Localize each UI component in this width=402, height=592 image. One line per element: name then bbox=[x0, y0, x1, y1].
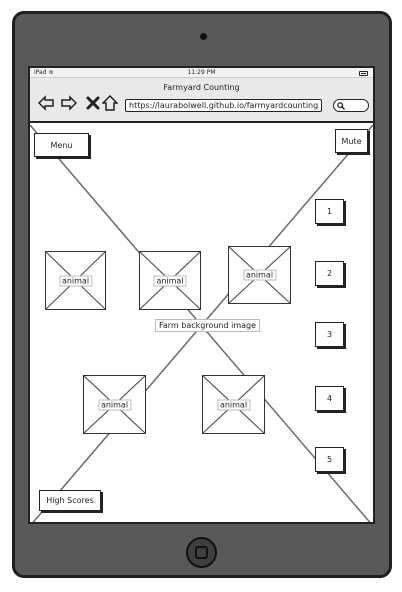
forward-arrow-icon[interactable] bbox=[61, 95, 77, 111]
home-button-icon bbox=[195, 546, 208, 559]
answer-button-2[interactable]: 2 bbox=[315, 261, 344, 286]
high-scores-label: High Scores bbox=[46, 496, 94, 505]
high-scores-button[interactable]: High Scores bbox=[39, 490, 101, 511]
answer-button-5[interactable]: 5 bbox=[315, 447, 344, 472]
animal-label: animal bbox=[216, 399, 251, 410]
animal-label: animal bbox=[242, 269, 277, 281]
animal-image[interactable]: animal bbox=[202, 375, 265, 434]
back-arrow-icon[interactable] bbox=[38, 95, 54, 111]
battery-icon bbox=[359, 71, 368, 76]
answer-label: 2 bbox=[326, 269, 333, 278]
close-icon[interactable] bbox=[85, 95, 101, 111]
home-button[interactable] bbox=[186, 537, 217, 568]
home-icon[interactable] bbox=[102, 95, 118, 111]
animal-label: animal bbox=[58, 275, 93, 286]
answer-label: 5 bbox=[326, 455, 333, 464]
animal-label: animal bbox=[97, 399, 132, 410]
answer-label: 3 bbox=[326, 330, 333, 339]
answer-label: 4 bbox=[326, 394, 333, 403]
background-image-label: Farm background image bbox=[155, 319, 261, 332]
browser-toolbar: Farmyard Counting https://laurabolwell.g… bbox=[30, 78, 373, 123]
browser-page-title: Farmyard Counting bbox=[163, 83, 240, 92]
answer-button-4[interactable]: 4 bbox=[315, 386, 344, 411]
animal-image[interactable]: animal bbox=[45, 251, 106, 310]
mute-button-label: Mute bbox=[341, 136, 362, 146]
answer-label: 1 bbox=[326, 207, 333, 216]
answer-button-3[interactable]: 3 bbox=[315, 322, 344, 347]
animal-image[interactable]: animal bbox=[228, 246, 291, 304]
tablet-screen: iPad ≋ 11:29 PM Farmyard Counting https:… bbox=[28, 66, 375, 524]
animal-label: animal bbox=[153, 275, 187, 286]
status-time: 11:29 PM bbox=[187, 69, 216, 76]
mute-button[interactable]: Mute bbox=[335, 129, 368, 153]
answer-button-1[interactable]: 1 bbox=[315, 199, 344, 224]
search-icon bbox=[337, 102, 345, 110]
address-bar-url: https://laurabolwell.github.io/farmyardc… bbox=[129, 101, 319, 110]
camera-dot bbox=[200, 33, 207, 40]
address-bar[interactable]: https://laurabolwell.github.io/farmyardc… bbox=[125, 99, 322, 112]
status-bar: iPad ≋ 11:29 PM bbox=[30, 68, 373, 78]
animal-image[interactable]: animal bbox=[83, 375, 146, 434]
menu-button-label: Menu bbox=[50, 140, 73, 150]
search-field[interactable] bbox=[333, 99, 369, 112]
game-area: Farm background image Menu Mute High Sco… bbox=[30, 125, 373, 522]
animal-image[interactable]: animal bbox=[139, 251, 201, 310]
menu-button[interactable]: Menu bbox=[34, 133, 89, 157]
